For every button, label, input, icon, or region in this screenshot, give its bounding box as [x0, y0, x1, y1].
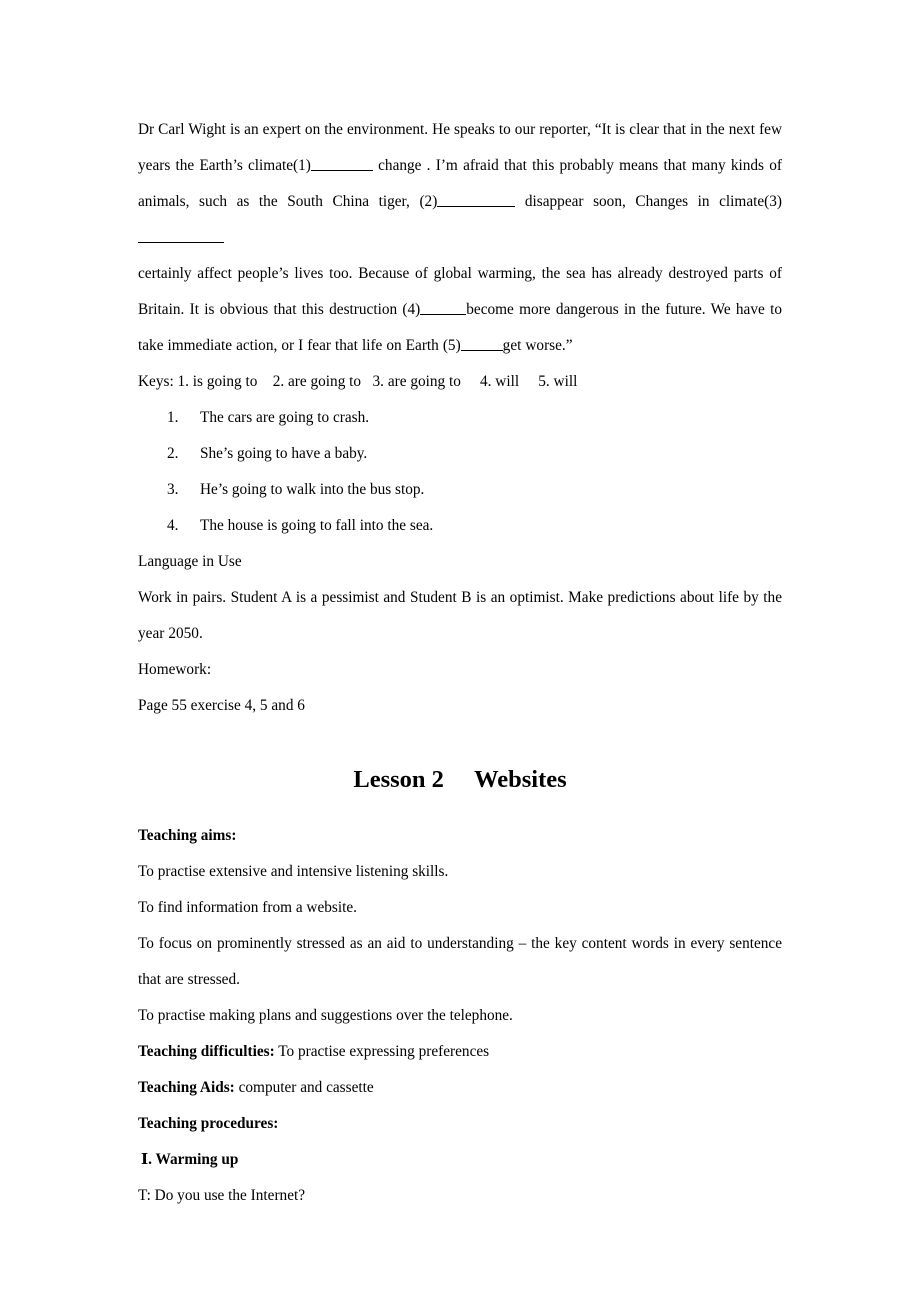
blank-2[interactable]: [437, 192, 516, 207]
blank-3[interactable]: [138, 228, 224, 243]
list-item: 2. She’s going to have a baby.: [138, 436, 782, 472]
cloze-2-text-c: get worse.”: [502, 337, 573, 354]
document-page: Dr Carl Wight is an expert on the enviro…: [0, 0, 920, 1302]
list-item: 3. He’s going to walk into the bus stop.: [138, 472, 782, 508]
paragraph-cloze-2: certainly affect people’s lives too. Bec…: [138, 256, 782, 364]
list-item-text: He’s going to walk into the bus stop.: [200, 481, 425, 498]
title-spacer-top: [138, 724, 782, 760]
warming-up-line: T: Do you use the Internet?: [138, 1187, 306, 1204]
list-item-number: 4.: [167, 517, 179, 534]
homework-body: Page 55 exercise 4, 5 and 6: [138, 697, 305, 714]
teaching-difficulties-label: Teaching difficulties:: [138, 1043, 275, 1060]
list-item: 1. The cars are going to crash.: [138, 400, 782, 436]
blank-1[interactable]: [310, 156, 373, 171]
teaching-aim-2: To find information from a website.: [138, 899, 357, 916]
blank-4[interactable]: [420, 300, 467, 315]
predictions-list: 1. The cars are going to crash. 2. She’s g…: [138, 400, 782, 544]
answer-keys-line: Keys: 1. is going to 2. are going to 3. …: [138, 373, 578, 390]
teaching-difficulties-value: To practise expressing preferences: [274, 1043, 490, 1060]
teaching-aim-3: To focus on prominently stressed as an a…: [138, 935, 782, 988]
teaching-procedures-label: Teaching procedures:: [138, 1115, 279, 1132]
blank-5[interactable]: [460, 336, 503, 351]
list-item-number: 2.: [167, 445, 179, 462]
list-item: 4. The house is going to fall into the se…: [138, 508, 782, 544]
teaching-aim-1: To practise extensive and intensive list…: [138, 863, 449, 880]
paragraph-cloze-1: Dr Carl Wight is an expert on the enviro…: [138, 112, 782, 256]
teaching-aims-label: Teaching aims:: [138, 827, 237, 844]
language-in-use-body: Work in pairs. Student A is a pessimist …: [138, 589, 782, 642]
cloze-1-text-c: disappear soon, Changes in climate(3): [524, 193, 782, 210]
teaching-aim-4: To practise making plans and suggestions…: [138, 1007, 513, 1024]
teaching-aids-line: Teaching Aids: computer and cassette: [138, 1070, 782, 1106]
list-item-text: The house is going to fall into the sea.: [200, 517, 434, 534]
lesson-title: Lesson 2 Websites: [353, 766, 567, 793]
list-item-number: 3.: [167, 481, 179, 498]
teaching-aids-label: Teaching Aids:: [138, 1079, 235, 1096]
document-body: Dr Carl Wight is an expert on the enviro…: [138, 112, 782, 1214]
list-item-number: 1.: [167, 409, 179, 426]
title-spacer-bottom: [138, 800, 782, 818]
teaching-difficulties-line: Teaching difficulties: To practise expre…: [138, 1034, 782, 1070]
teaching-aids-value: computer and cassette: [234, 1079, 374, 1096]
section-warming-up: Ⅰ. Warming up: [141, 1151, 239, 1168]
homework-heading: Homework:: [138, 661, 212, 678]
list-item-text: She’s going to have a baby.: [200, 445, 368, 462]
list-item-text: The cars are going to crash.: [200, 409, 370, 426]
language-in-use-heading: Language in Use: [138, 553, 242, 570]
